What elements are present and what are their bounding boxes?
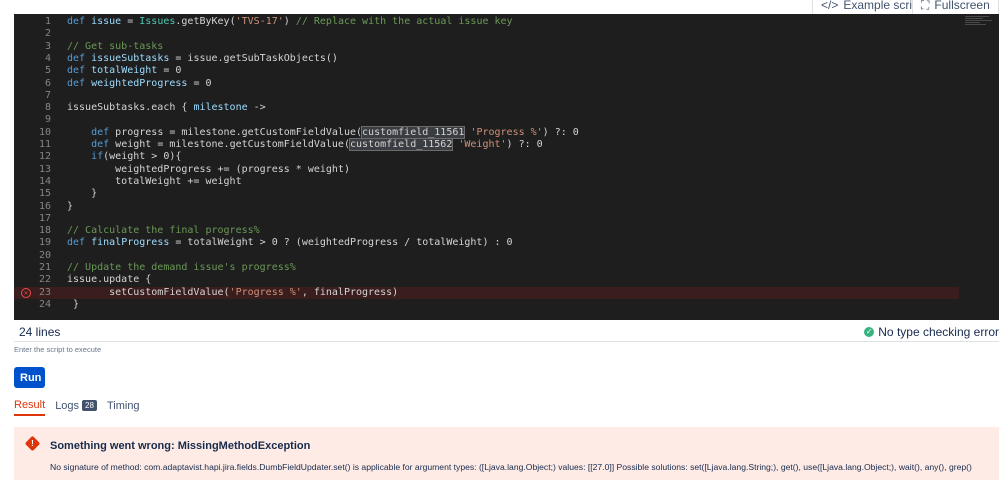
- tab-result-label: Result: [14, 398, 46, 411]
- line-number: 21: [38, 262, 51, 273]
- line-number: 14: [38, 175, 51, 187]
- code-text: def weight = milestone.getCustomFieldVal…: [91, 138, 543, 151]
- line-number: 18: [38, 225, 51, 237]
- code-line[interactable]: 2: [14, 28, 999, 40]
- code-line[interactable]: 22 issue.update {: [14, 274, 999, 286]
- code-line[interactable]: 19 def finalProgress = totalWeight > 0 ? …: [14, 237, 999, 249]
- code-text: // Get sub-tasks: [67, 40, 164, 52]
- code-line[interactable]: 12 if(weight > 0){: [14, 151, 999, 163]
- code-line[interactable]: 13 weightedProgress += (progress * weigh…: [14, 164, 999, 176]
- code-text: def weightedProgress = 0: [67, 77, 212, 89]
- code-text: def progress = milestone.getCustomFieldV…: [91, 125, 579, 139]
- code-text: setCustomFieldValue('Progress %', finalP…: [67, 286, 399, 298]
- line-number: 9: [44, 114, 51, 126]
- code-line[interactable]: 17: [14, 213, 999, 225]
- fullscreen-label: Fullscreen: [934, 0, 990, 12]
- code-line[interactable]: 5 def totalWeight = 0: [14, 65, 999, 77]
- line-number: 12: [38, 151, 51, 163]
- code-text: }: [67, 298, 80, 310]
- line-number: 20: [38, 249, 51, 261]
- code-line[interactable]: 6 def weightedProgress = 0: [14, 78, 999, 90]
- code-line[interactable]: 16}: [14, 201, 999, 213]
- code-line[interactable]: 21 // Update the demand issue's progress%: [14, 262, 999, 274]
- code-text: }: [67, 188, 98, 200]
- code-text: def issue = Issues.getByKey('TVS-17') //…: [67, 16, 513, 27]
- editor-status-bar: 24 lines ✓ No type checking error: [14, 321, 999, 342]
- code-text: totalWeight += weight: [67, 175, 242, 187]
- line-number: 19: [38, 237, 51, 249]
- line-number: 8: [44, 102, 51, 114]
- code-line[interactable]: 3 // Get sub-tasks: [14, 41, 999, 53]
- code-line[interactable]: 1 def issue = Issues.getByKey('TVS-17') /…: [14, 16, 999, 28]
- code-line[interactable]: 14 totalWeight += weight: [14, 176, 999, 188]
- line-number: 15: [38, 188, 51, 200]
- script-hint: Enter the script to execute: [14, 345, 102, 354]
- line-number: 16: [38, 200, 51, 212]
- code-icon: </>: [821, 0, 839, 12]
- result-tabs: Result Logs 28 Timing: [14, 398, 140, 416]
- line-number: 13: [38, 163, 51, 175]
- error-message: No signature of method: com.adaptavist.h…: [50, 462, 972, 472]
- error-title: Something went wrong: MissingMethodExcep…: [50, 440, 311, 452]
- code-line[interactable]: 4 def issueSubtasks = issue.getSubTaskObj…: [14, 53, 999, 65]
- tab-result[interactable]: Result: [14, 398, 46, 416]
- tab-timing-label: Timing: [106, 399, 140, 412]
- code-line[interactable]: 24 }: [14, 299, 999, 311]
- code-text: // Calculate the final progress%: [67, 225, 260, 237]
- tab-logs[interactable]: Logs 28: [55, 398, 97, 416]
- expand-icon: ⛶: [921, 0, 930, 12]
- code-text: def totalWeight = 0: [67, 65, 182, 77]
- logs-count-badge: 28: [82, 400, 97, 411]
- code-text: issueSubtasks.each { milestone ->: [67, 102, 266, 114]
- code-line[interactable]: 18 // Calculate the final progress%: [14, 225, 999, 237]
- line-number: 3: [44, 40, 51, 52]
- line-number: 17: [38, 212, 51, 224]
- code-line[interactable]: 9: [14, 114, 999, 126]
- line-number: 10: [38, 126, 51, 138]
- type-check-status: ✓ No type checking error: [864, 325, 999, 339]
- type-check-label: No type checking error: [878, 325, 999, 339]
- run-button[interactable]: Run: [14, 367, 45, 388]
- line-number: 1: [44, 16, 51, 27]
- code-line[interactable]: 15 }: [14, 188, 999, 200]
- tab-logs-label: Logs: [55, 399, 80, 412]
- tab-timing[interactable]: Timing: [107, 398, 140, 416]
- code-text: if(weight > 0){: [91, 151, 182, 163]
- line-number: 2: [44, 28, 51, 40]
- line-number: 6: [44, 77, 51, 89]
- code-line[interactable]: 10 def progress = milestone.getCustomFie…: [14, 125, 999, 139]
- code-line[interactable]: × 23 setCustomFieldValue('Progress %', fi…: [14, 286, 959, 299]
- code-text: def issueSubtasks = issue.getSubTaskObje…: [67, 52, 338, 64]
- code-text: weightedProgress += (progress * weight): [67, 163, 350, 175]
- code-text: }: [67, 200, 74, 212]
- code-editor[interactable]: 1 def issue = Issues.getByKey('TVS-17') /…: [14, 14, 999, 320]
- code-text: def finalProgress = totalWeight > 0 ? (w…: [67, 237, 513, 249]
- line-count: 24 lines: [19, 325, 61, 339]
- line-number: 5: [44, 65, 51, 77]
- line-number: 11: [38, 139, 51, 150]
- top-toolbar: </> Example scripts ⛶ Fullscreen: [0, 0, 999, 16]
- code-line[interactable]: 8 issueSubtasks.each { milestone ->: [14, 102, 999, 114]
- line-number: 22: [38, 274, 51, 286]
- code-line[interactable]: 20: [14, 250, 999, 262]
- code-line[interactable]: 7: [14, 90, 999, 102]
- code-line[interactable]: 11 def weight = milestone.getCustomField…: [14, 138, 999, 151]
- error-warning-icon: !: [24, 435, 41, 452]
- line-number: 4: [44, 52, 51, 64]
- error-panel: ! Something went wrong: MissingMethodExc…: [14, 427, 999, 480]
- line-number: 24: [38, 298, 51, 310]
- check-circle-icon: ✓: [864, 327, 875, 337]
- line-number: 23: [38, 286, 51, 298]
- code-text: issue.update {: [67, 274, 152, 286]
- line-number: 7: [44, 89, 51, 101]
- code-text: // Update the demand issue's progress%: [67, 262, 296, 273]
